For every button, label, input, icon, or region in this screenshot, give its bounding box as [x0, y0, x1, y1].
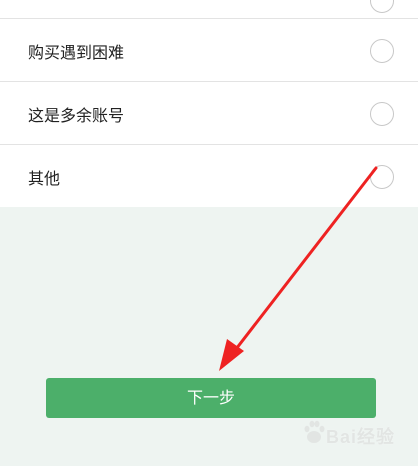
radio-unchecked-icon[interactable] — [370, 101, 394, 126]
reason-option-row-partial[interactable] — [0, 0, 418, 19]
baidu-paw-icon — [304, 420, 325, 443]
reason-option-label: 这是多余账号 — [28, 105, 125, 125]
reason-option-label: 购买遇到困难 — [28, 42, 125, 62]
radio-unchecked-icon[interactable] — [370, 0, 394, 13]
watermark-text: Bai经验 — [326, 427, 396, 447]
reason-option-row[interactable]: 其他 — [0, 146, 418, 207]
reason-option-list: 购买遇到困难 这是多余账号 其他 — [0, 0, 418, 207]
reason-option-row[interactable]: 购买遇到困难 — [0, 20, 418, 82]
baidu-watermark: Bai经验 — [296, 413, 414, 453]
radio-unchecked-icon[interactable] — [370, 38, 394, 63]
radio-unchecked-icon[interactable] — [370, 164, 394, 189]
reason-option-row[interactable]: 这是多余账号 — [0, 83, 418, 145]
next-step-button[interactable]: 下一步 — [46, 378, 376, 418]
reason-option-label: 其他 — [28, 168, 61, 188]
